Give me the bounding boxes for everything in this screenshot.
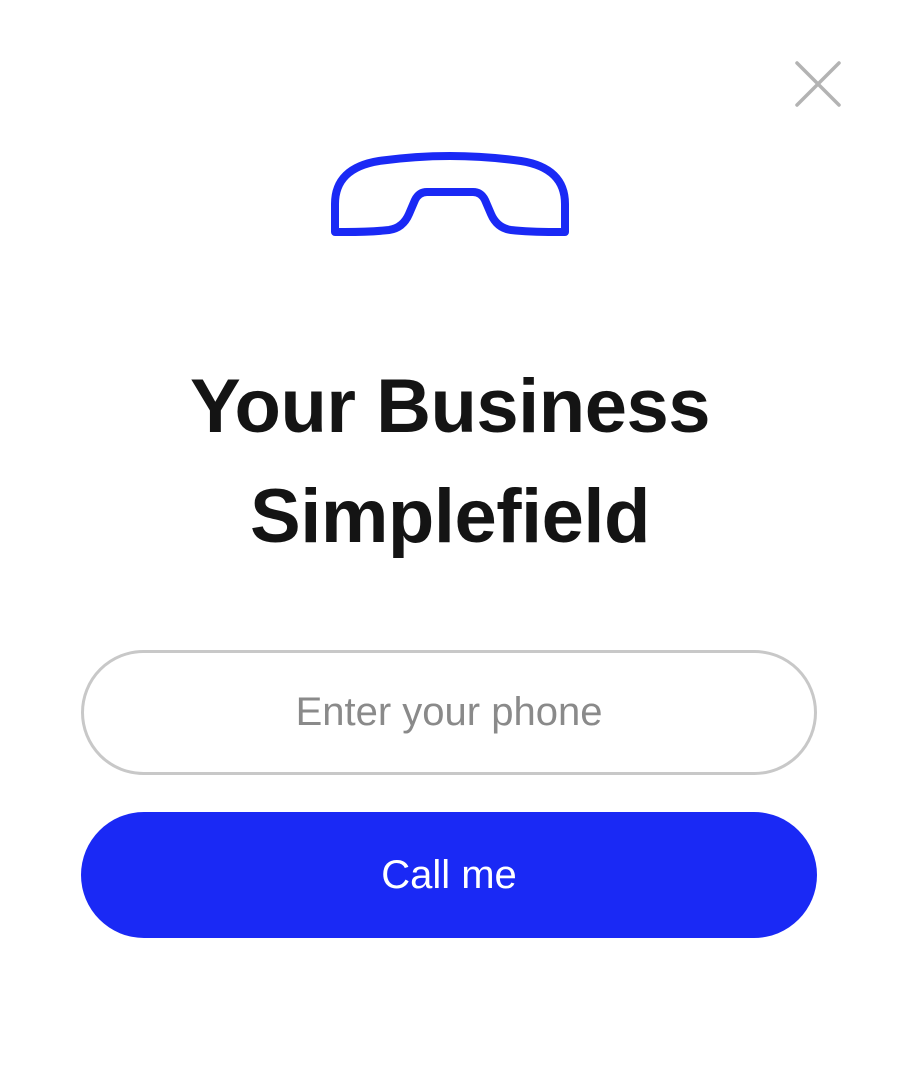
phone-input[interactable]	[81, 650, 817, 775]
call-me-button[interactable]: Call me	[81, 812, 817, 938]
close-icon	[795, 61, 841, 107]
page-title: Your Business Simplefield	[0, 352, 900, 572]
close-button[interactable]	[790, 58, 846, 114]
title-line-1: Your Business	[189, 364, 711, 449]
title-line-2: Simplefield	[250, 474, 650, 559]
phone-handset-icon	[329, 152, 571, 242]
